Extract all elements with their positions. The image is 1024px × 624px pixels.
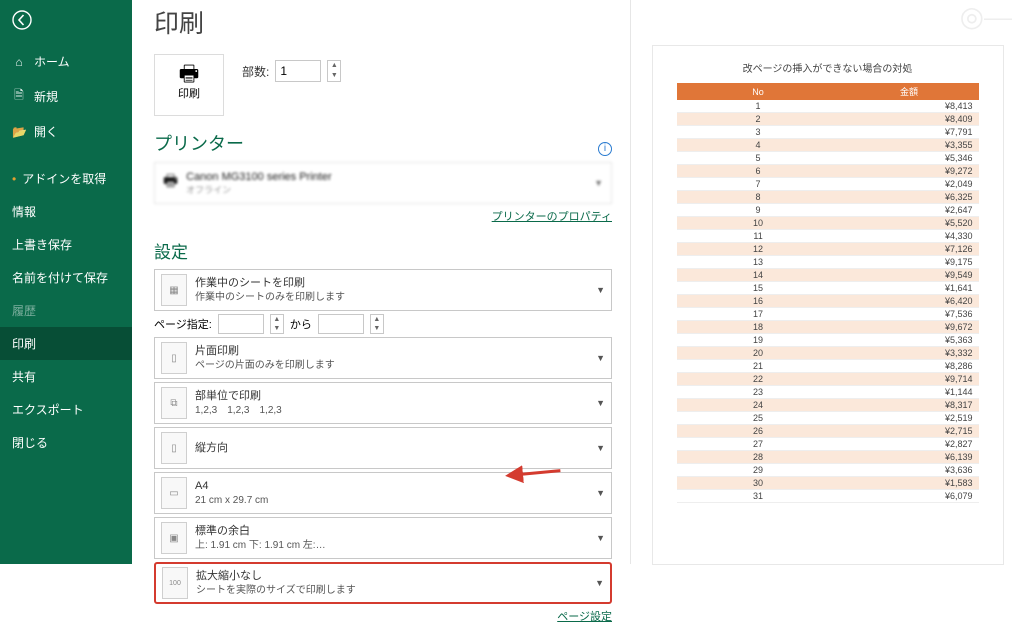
- sidebar-item-1[interactable]: 🗎新規: [0, 78, 132, 115]
- printer-selector[interactable]: 🖶 Canon MG3100 series Printer オフライン ▼: [154, 162, 612, 204]
- table-row: 4¥3,355: [677, 139, 979, 152]
- chevron-down-icon: ▼: [594, 178, 603, 188]
- sidebar-item-9[interactable]: 共有: [0, 360, 132, 393]
- sheets-icon: ▦: [161, 274, 187, 306]
- page-from-input[interactable]: [218, 314, 264, 334]
- table-row: 5¥5,346: [677, 152, 979, 165]
- collate-selector[interactable]: ⧉ 部単位で印刷1,2,3 1,2,3 1,2,3 ▼: [154, 382, 612, 424]
- margins-selector[interactable]: ▣ 標準の余白上: 1.91 cm 下: 1.91 cm 左:… ▼: [154, 517, 612, 559]
- scaling-selector[interactable]: 100 拡大縮小なしシートを実際のサイズで印刷します ▼: [154, 562, 612, 604]
- collate-icon: ⧉: [161, 387, 187, 419]
- table-row: 2¥8,409: [677, 113, 979, 126]
- sidebar-item-5[interactable]: 上書き保存: [0, 228, 132, 261]
- table-row: 25¥2,519: [677, 412, 979, 425]
- table-row: 30¥1,583: [677, 477, 979, 490]
- chevron-down-icon: ▼: [596, 285, 605, 295]
- chevron-down-icon: ▼: [596, 353, 605, 363]
- table-row: 11¥4,330: [677, 230, 979, 243]
- table-row: 14¥9,549: [677, 269, 979, 282]
- table-row: 19¥5,363: [677, 334, 979, 347]
- table-row: 29¥3,636: [677, 464, 979, 477]
- table-row: 21¥8,286: [677, 360, 979, 373]
- table-row: 22¥9,714: [677, 373, 979, 386]
- page-to-spinner[interactable]: ▲▼: [370, 314, 384, 334]
- table-row: 31¥6,079: [677, 490, 979, 503]
- copies-spinner[interactable]: ▲▼: [327, 60, 341, 82]
- table-row: 1¥8,413: [677, 100, 979, 113]
- table-row: 23¥1,144: [677, 386, 979, 399]
- printer-icon: 🖶: [155, 63, 223, 85]
- printer-properties-link[interactable]: プリンターのプロパティ: [492, 211, 612, 223]
- info-icon[interactable]: i: [598, 142, 612, 156]
- table-row: 6¥9,272: [677, 165, 979, 178]
- table-row: 16¥6,420: [677, 295, 979, 308]
- print-what-selector[interactable]: ▦ 作業中のシートを印刷作業中のシートのみを印刷します ▼: [154, 269, 612, 311]
- chevron-down-icon: ▼: [596, 398, 605, 408]
- table-row: 15¥1,641: [677, 282, 979, 295]
- sidebar-item-11[interactable]: 閉じる: [0, 426, 132, 459]
- print-settings-panel: 印刷 🖶 印刷 部数: ▲▼ プリンター i 🖶 Canon MG3100 se…: [132, 0, 630, 564]
- sidebar-item-0[interactable]: ⌂ホーム: [0, 45, 132, 78]
- nav-icon: ⌂: [12, 55, 26, 69]
- table-row: 3¥7,791: [677, 126, 979, 139]
- copies-label: 部数:: [242, 63, 269, 80]
- portrait-icon: ▯: [161, 432, 187, 464]
- sidebar-item-10[interactable]: エクスポート: [0, 393, 132, 426]
- page-to-input[interactable]: [318, 314, 364, 334]
- nav-icon: 🗎: [12, 86, 26, 107]
- chevron-down-icon: ▼: [596, 443, 605, 453]
- chevron-down-icon: ▼: [596, 533, 605, 543]
- page-icon: ▭: [161, 477, 187, 509]
- preview-page: 改ページの挿入ができない場合の対処 No金額 1¥8,4132¥8,4093¥7…: [653, 46, 1003, 564]
- preview-table: No金額 1¥8,4132¥8,4093¥7,7914¥3,3555¥5,346…: [677, 83, 979, 503]
- print-button[interactable]: 🖶 印刷: [154, 54, 224, 116]
- nav-icon: 📂: [12, 125, 26, 139]
- sidebar-item-8[interactable]: 印刷: [0, 327, 132, 360]
- table-row: 26¥2,715: [677, 425, 979, 438]
- margins-icon: ▣: [161, 522, 187, 554]
- sidebar-item-4[interactable]: 情報: [0, 195, 132, 228]
- copies-input[interactable]: [275, 60, 321, 82]
- table-row: 24¥8,317: [677, 399, 979, 412]
- table-row: 7¥2,049: [677, 178, 979, 191]
- chevron-down-icon: ▼: [595, 578, 604, 588]
- table-row: 13¥9,175: [677, 256, 979, 269]
- page-setup-link[interactable]: ページ設定: [557, 611, 612, 623]
- sidebar-item-7: 履歴: [0, 294, 132, 327]
- table-row: 17¥7,536: [677, 308, 979, 321]
- print-preview-area: ◎⎯⎯ 改ページの挿入ができない場合の対処 No金額 1¥8,4132¥8,40…: [630, 0, 1024, 564]
- table-row: 8¥6,325: [677, 191, 979, 204]
- settings-section-header: 設定: [154, 238, 612, 263]
- table-row: 9¥2,647: [677, 204, 979, 217]
- duplex-selector[interactable]: ▯ 片面印刷ページの片面のみを印刷します ▼: [154, 337, 612, 379]
- table-row: 20¥3,332: [677, 347, 979, 360]
- backstage-sidebar: ⌂ホーム🗎新規📂開くアドインを取得情報上書き保存名前を付けて保存履歴印刷共有エク…: [0, 0, 132, 564]
- page-from-spinner[interactable]: ▲▼: [270, 314, 284, 334]
- chevron-down-icon: ▼: [596, 488, 605, 498]
- page-range-row: ページ指定: ▲▼ から ▲▼: [154, 314, 612, 334]
- table-row: 12¥7,126: [677, 243, 979, 256]
- sidebar-item-6[interactable]: 名前を付けて保存: [0, 261, 132, 294]
- table-row: 18¥9,672: [677, 321, 979, 334]
- printer-icon: 🖶: [163, 170, 178, 197]
- sidebar-item-2[interactable]: 📂開く: [0, 115, 132, 148]
- printer-section-header: プリンター: [154, 130, 612, 156]
- watermark-decoration: ◎⎯⎯: [960, 0, 1012, 34]
- scaling-icon: 100: [162, 567, 188, 599]
- page-title: 印刷: [154, 4, 612, 40]
- sidebar-item-3[interactable]: アドインを取得: [0, 162, 132, 195]
- table-row: 27¥2,827: [677, 438, 979, 451]
- page-single-icon: ▯: [161, 342, 187, 374]
- table-row: 10¥5,520: [677, 217, 979, 230]
- back-button[interactable]: [0, 6, 132, 45]
- table-row: 28¥6,139: [677, 451, 979, 464]
